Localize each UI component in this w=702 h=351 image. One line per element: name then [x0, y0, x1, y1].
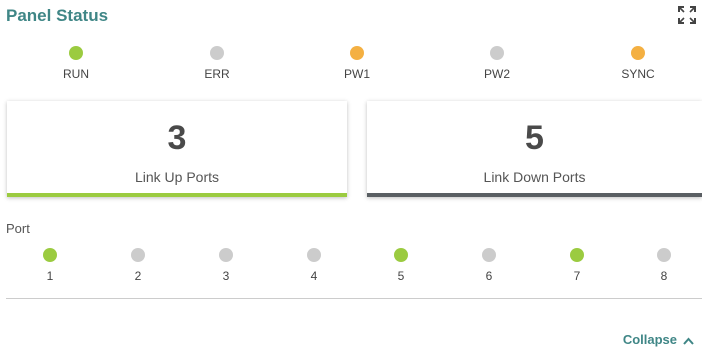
link-down-bar: [367, 193, 702, 197]
link-up-card: 3 Link Up Ports: [7, 101, 347, 197]
link-down-count: 5: [525, 119, 544, 157]
led-run-label: RUN: [63, 67, 89, 81]
link-up-bar: [7, 193, 347, 197]
port-list: 1 2 3 4 5 6 7 8: [0, 248, 702, 288]
port-item: 6: [474, 248, 504, 283]
port-section-title: Port: [6, 221, 30, 236]
fullscreen-icon[interactable]: [678, 6, 696, 24]
port-item: 5: [386, 248, 416, 283]
port-number: 3: [222, 269, 230, 283]
port-status-dot: [394, 248, 408, 262]
port-status-dot: [570, 248, 584, 262]
led-sync-label: SYNC: [621, 67, 655, 81]
port-item: 2: [123, 248, 153, 283]
port-status-dot: [307, 248, 321, 262]
led-pw1: PW1: [327, 46, 387, 81]
port-item: 4: [299, 248, 329, 283]
port-item: 7: [562, 248, 592, 283]
port-item: 8: [649, 248, 679, 283]
panel-header: Panel Status: [6, 6, 702, 30]
port-status-dot: [43, 248, 57, 262]
led-indicators: RUN ERR PW1 PW2 SYNC: [0, 46, 702, 86]
led-pw2: PW2: [467, 46, 527, 81]
led-err-label: ERR: [204, 67, 230, 81]
section-divider: [6, 298, 702, 299]
port-number: 7: [573, 269, 581, 283]
port-item: 3: [211, 248, 241, 283]
led-run: RUN: [46, 46, 106, 81]
port-status-dot: [482, 248, 496, 262]
led-err-dot: [210, 46, 224, 60]
led-err: ERR: [187, 46, 247, 81]
led-pw1-label: PW1: [343, 67, 370, 81]
port-number: 2: [134, 269, 142, 283]
led-run-dot: [69, 46, 83, 60]
panel-title: Panel Status: [6, 6, 109, 25]
port-item: 1: [35, 248, 65, 283]
led-pw2-dot: [490, 46, 504, 60]
port-number: 5: [397, 269, 405, 283]
collapse-label: Collapse: [622, 332, 677, 347]
port-number: 1: [46, 269, 54, 283]
port-number: 6: [485, 269, 493, 283]
link-down-label: Link Down Ports: [483, 169, 586, 185]
link-up-count: 3: [167, 119, 187, 157]
led-pw1-dot: [350, 46, 364, 60]
link-down-card: 5 Link Down Ports: [367, 101, 702, 197]
port-number: 8: [660, 269, 668, 283]
led-sync-dot: [631, 46, 645, 60]
link-up-label: Link Up Ports: [134, 169, 220, 185]
port-status-dot: [219, 248, 233, 262]
collapse-button[interactable]: Collapse: [623, 332, 694, 348]
led-pw2-label: PW2: [483, 67, 510, 81]
led-sync: SYNC: [608, 46, 668, 81]
port-number: 4: [310, 269, 318, 283]
chevron-up-icon: [683, 333, 694, 348]
port-status-dot: [657, 248, 671, 262]
port-status-dot: [131, 248, 145, 262]
